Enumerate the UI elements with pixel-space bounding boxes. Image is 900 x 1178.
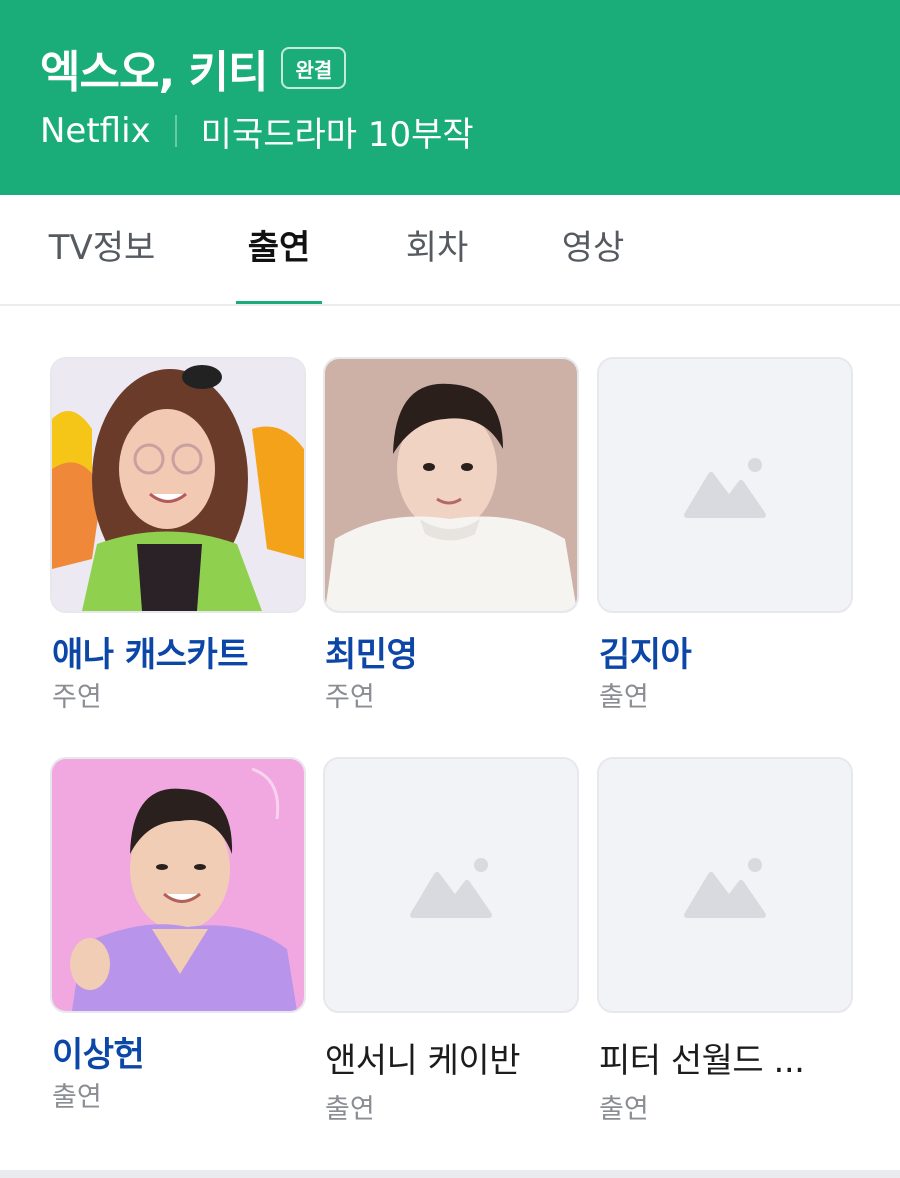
cast-name[interactable]: 이상헌 <box>52 1027 145 1076</box>
subtitle-row: Netflix 미국드라마 10부작 <box>40 108 474 155</box>
image-placeholder[interactable] <box>597 357 853 613</box>
cast-role: 출연 <box>52 1082 102 1113</box>
cast-role: 주연 <box>52 682 102 713</box>
man-white-sweater-photo[interactable] <box>323 357 579 613</box>
image-placeholder[interactable] <box>323 757 579 1013</box>
cast-card[interactable]: 앤서니 케이반 출연 <box>323 757 579 1125</box>
cast-card[interactable]: 김지아 출연 <box>597 357 853 717</box>
cast-card[interactable]: 이상헌 출연 <box>50 757 306 1117</box>
cast-name[interactable]: 앤서니 케이반 <box>325 1033 521 1082</box>
cast-name[interactable]: 애나 캐스카트 <box>52 627 249 676</box>
cast-role: 주연 <box>325 682 375 713</box>
app-header: 엑스오, 키티 완결 Netflix 미국드라마 10부작 <box>0 0 900 195</box>
man-purple-suit-photo[interactable] <box>50 757 306 1013</box>
cast-name[interactable]: 김지아 <box>599 627 692 676</box>
tab-videos[interactable]: 영상 <box>550 195 636 304</box>
cast-role: 출연 <box>599 1094 649 1125</box>
tab-episodes[interactable]: 회차 <box>394 195 480 304</box>
cast-role: 출연 <box>325 1094 375 1125</box>
network-label[interactable]: Netflix <box>40 111 151 151</box>
tab-tv-info[interactable]: TV정보 <box>40 195 164 304</box>
status-badge: 완결 <box>281 47 347 89</box>
cast-role: 출연 <box>599 682 649 713</box>
image-placeholder[interactable] <box>597 757 853 1013</box>
show-info: 미국드라마 10부작 <box>200 114 474 155</box>
tab-cast[interactable]: 출연 <box>236 195 322 304</box>
cast-card[interactable]: 피터 선월드 ... 출연 <box>597 757 853 1125</box>
cast-name[interactable]: 피터 선월드 ... <box>599 1033 805 1082</box>
cast-card[interactable]: 최민영 주연 <box>323 357 579 717</box>
show-title: 엑스오, 키티 <box>40 47 268 98</box>
image-placeholder-icon <box>325 759 577 1011</box>
title-row: 엑스오, 키티 완결 <box>40 40 347 98</box>
image-placeholder-icon <box>599 359 851 611</box>
image-placeholder-icon <box>599 759 851 1011</box>
divider <box>174 115 177 147</box>
tab-bar: TV정보 출연 회차 영상 <box>0 195 900 306</box>
cast-card[interactable]: 애나 캐스카트 주연 <box>50 357 306 717</box>
bottom-divider <box>0 1170 900 1178</box>
cast-name[interactable]: 최민영 <box>325 627 418 676</box>
woman-with-glasses-photo[interactable] <box>50 357 306 613</box>
active-tab-indicator <box>236 301 322 304</box>
